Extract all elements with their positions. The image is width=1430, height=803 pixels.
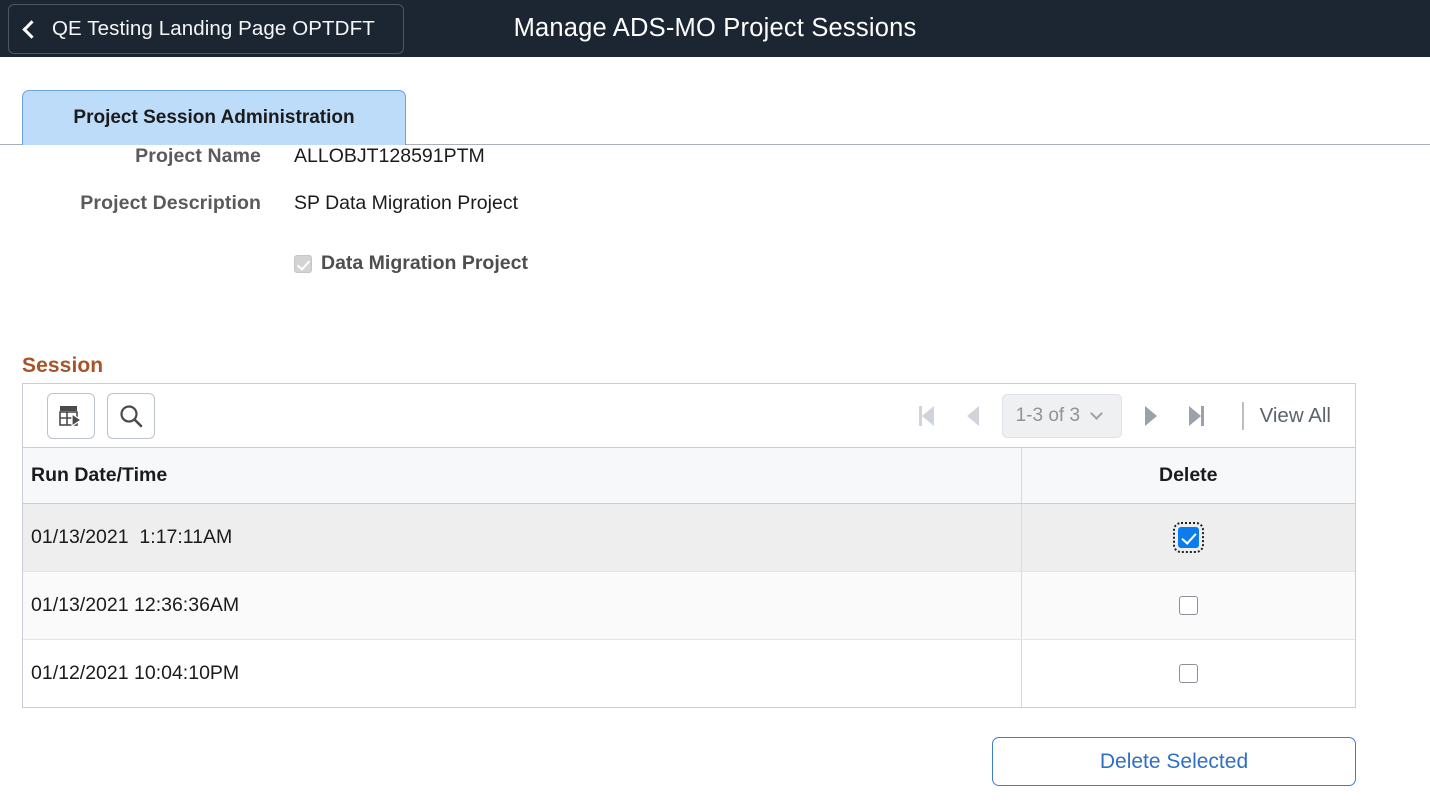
delete-selected-button[interactable]: Delete Selected bbox=[992, 737, 1356, 786]
session-section-title: Session bbox=[22, 354, 104, 377]
tab-project-session-administration[interactable]: Project Session Administration bbox=[22, 90, 406, 145]
data-migration-project-label: Data Migration Project bbox=[321, 252, 528, 274]
field-project-description: Project Description SP Data Migration Pr… bbox=[0, 192, 1430, 239]
next-page-button[interactable] bbox=[1128, 396, 1174, 436]
cell-run-date-time: 01/12/2021 10:04:10PM bbox=[23, 639, 1021, 707]
find-button[interactable] bbox=[107, 392, 155, 439]
column-header-delete[interactable]: Delete bbox=[1020, 448, 1355, 504]
session-grid-toolbar: 1-3 of 3 View All bbox=[23, 384, 1355, 448]
column-header-run-date-time[interactable]: Run Date/Time bbox=[23, 448, 1021, 504]
app-header: Manage ADS-MO Project Sessions QE Testin… bbox=[0, 0, 1430, 57]
cell-run-date-time: 01/13/2021 12:36:36AM bbox=[23, 571, 1021, 640]
project-info-form: Project Name ALLOBJT128591PTM Project De… bbox=[0, 145, 1430, 275]
previous-page-button[interactable] bbox=[950, 396, 996, 436]
pagination-divider bbox=[1241, 401, 1244, 430]
delete-checkbox[interactable] bbox=[1178, 595, 1198, 615]
session-table: Run Date/Time Delete 01/13/2021 1:17:11A… bbox=[23, 448, 1355, 707]
field-project-name: Project Name ALLOBJT128591PTM bbox=[0, 145, 1430, 192]
delete-selected-label: Delete Selected bbox=[1099, 749, 1249, 773]
pagination: 1-3 of 3 View All bbox=[904, 393, 1331, 438]
personalize-grid-button[interactable] bbox=[47, 392, 95, 439]
page-root: Manage ADS-MO Project Sessions QE Testin… bbox=[0, 0, 1430, 803]
cell-delete bbox=[1020, 639, 1355, 707]
chevron-left-icon bbox=[22, 20, 41, 39]
page-range-select[interactable]: 1-3 of 3 bbox=[1001, 393, 1122, 438]
back-button-label: QE Testing Landing Page OPTDFT bbox=[52, 17, 375, 40]
project-description-label: Project Description bbox=[80, 192, 261, 214]
project-description-value: SP Data Migration Project bbox=[294, 192, 518, 214]
table-row[interactable]: 01/13/2021 1:17:11AM bbox=[23, 503, 1355, 572]
next-page-icon bbox=[1144, 405, 1157, 426]
table-row[interactable]: 01/12/2021 10:04:10PM bbox=[23, 639, 1355, 707]
page-range-label: 1-3 of 3 bbox=[1015, 404, 1081, 426]
last-page-button[interactable] bbox=[1174, 396, 1220, 436]
view-all-link[interactable]: View All bbox=[1260, 404, 1331, 428]
cell-delete bbox=[1020, 503, 1355, 572]
chevron-down-icon bbox=[1090, 407, 1103, 420]
table-row[interactable]: 01/13/2021 12:36:36AM bbox=[23, 571, 1355, 640]
tab-strip: Project Session Administration bbox=[0, 57, 1430, 145]
previous-page-icon bbox=[966, 405, 979, 426]
tab-label: Project Session Administration bbox=[73, 107, 355, 128]
data-migration-project-checkbox bbox=[294, 254, 312, 273]
table-header-row: Run Date/Time Delete bbox=[23, 448, 1355, 504]
first-page-button[interactable] bbox=[904, 396, 950, 436]
grid-personalize-icon bbox=[59, 405, 83, 427]
delete-checkbox[interactable] bbox=[1178, 664, 1198, 684]
search-icon bbox=[120, 404, 143, 427]
cell-delete bbox=[1020, 571, 1355, 640]
project-name-value: ALLOBJT128591PTM bbox=[294, 145, 485, 167]
session-grid: 1-3 of 3 View All Run Date/Time Delete 0… bbox=[22, 383, 1356, 708]
last-page-icon bbox=[1189, 405, 1202, 426]
project-name-label: Project Name bbox=[135, 145, 261, 167]
field-data-migration-project: Data Migration Project bbox=[0, 252, 1430, 275]
delete-checkbox[interactable] bbox=[1172, 521, 1204, 553]
back-button[interactable]: QE Testing Landing Page OPTDFT bbox=[8, 4, 404, 54]
cell-run-date-time: 01/13/2021 1:17:11AM bbox=[23, 503, 1021, 572]
